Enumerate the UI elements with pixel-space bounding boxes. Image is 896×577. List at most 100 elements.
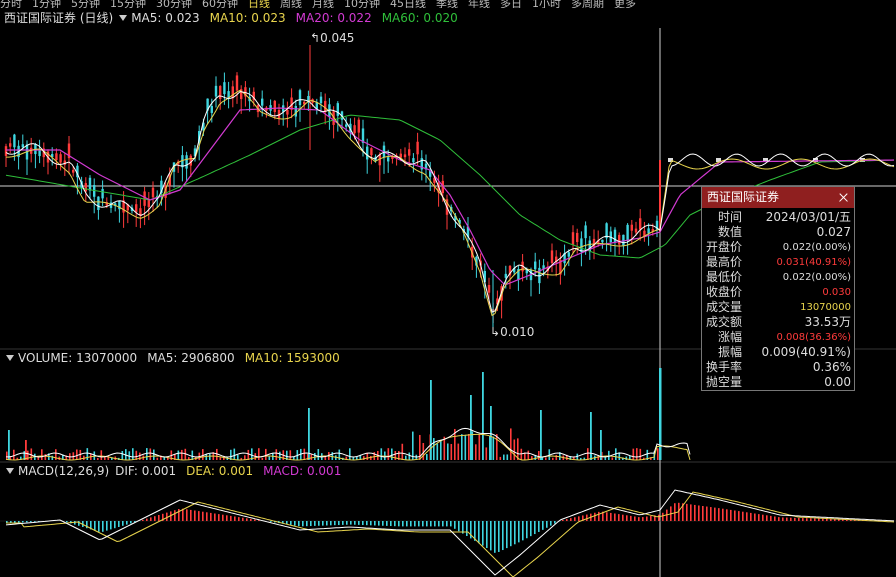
macd-bar bbox=[490, 521, 492, 551]
quote-row: 振幅 0.009(40.91%) bbox=[702, 345, 854, 360]
macd-bar bbox=[570, 518, 572, 521]
volume-bar bbox=[485, 447, 488, 460]
macd-bar bbox=[690, 504, 692, 521]
macd-bar bbox=[774, 516, 776, 521]
low-price-annotation: ↳0.010 bbox=[490, 325, 535, 339]
macd-bar bbox=[378, 521, 380, 526]
macd-bar bbox=[118, 521, 120, 527]
volume-bar bbox=[600, 430, 602, 460]
macd-bar bbox=[818, 518, 820, 521]
quote-row: 成交额 33.53万 bbox=[702, 315, 854, 330]
macd-bar bbox=[686, 503, 688, 521]
volume-bar bbox=[146, 448, 148, 460]
macd-bar bbox=[702, 506, 704, 521]
macd-bar bbox=[674, 503, 676, 521]
high-price-annotation: ↰0.045 bbox=[310, 31, 355, 45]
macd-bar bbox=[398, 521, 400, 527]
macd-bar bbox=[270, 521, 272, 522]
candle-body bbox=[294, 105, 297, 117]
macd-bar bbox=[338, 521, 340, 526]
candle-body bbox=[298, 90, 302, 106]
macd-bar bbox=[66, 521, 68, 523]
volume-bar bbox=[412, 431, 414, 460]
volume-bar bbox=[303, 448, 306, 460]
macd-bar bbox=[234, 516, 236, 521]
macd-bar bbox=[142, 519, 144, 521]
volume-bar bbox=[237, 455, 239, 460]
candle-body bbox=[399, 153, 402, 158]
macd-bar bbox=[530, 521, 532, 537]
macd-bar bbox=[450, 521, 452, 527]
macd-bar bbox=[586, 514, 588, 521]
quote-panel-header: 西证国际证券 bbox=[702, 187, 854, 208]
candle-body bbox=[622, 234, 625, 246]
macd-bar bbox=[306, 521, 308, 527]
macd-bar bbox=[214, 513, 216, 521]
macd-bar bbox=[810, 518, 812, 521]
macd-bar bbox=[658, 514, 660, 521]
macd-bar bbox=[806, 518, 808, 521]
macd-bar bbox=[782, 517, 784, 521]
macd-bar bbox=[418, 521, 420, 527]
volume-bar bbox=[657, 448, 659, 460]
volume-bar bbox=[496, 434, 498, 460]
macd-bar bbox=[738, 511, 740, 521]
macd-bar bbox=[638, 517, 640, 521]
macd-bar bbox=[634, 516, 636, 521]
macd-bar bbox=[426, 521, 428, 527]
volume-bar bbox=[279, 451, 281, 460]
macd-bar bbox=[298, 521, 300, 527]
volume-bar bbox=[540, 410, 542, 460]
candle-body bbox=[345, 124, 348, 127]
quote-row: 最低价 0.022(0.00%) bbox=[702, 270, 854, 285]
candle-body bbox=[261, 98, 264, 106]
volume-bar bbox=[587, 448, 589, 460]
macd-bar bbox=[494, 521, 496, 553]
volume-bar bbox=[468, 434, 470, 460]
volume-bar bbox=[380, 448, 383, 460]
volume-bar bbox=[149, 448, 152, 460]
candle-body bbox=[647, 228, 650, 234]
macd-bar bbox=[694, 504, 696, 521]
candle-body bbox=[210, 105, 213, 113]
macd-bar bbox=[826, 518, 828, 521]
candle-body bbox=[618, 234, 621, 245]
quote-key: 最高价 bbox=[705, 255, 742, 269]
macd-bar bbox=[722, 508, 724, 521]
volume-bar bbox=[450, 443, 453, 460]
macd-bar bbox=[246, 518, 248, 521]
volume-bar bbox=[153, 449, 155, 460]
candle-body bbox=[336, 103, 339, 116]
volume-bar bbox=[314, 452, 316, 460]
quote-key: 换手率 bbox=[705, 360, 742, 374]
volume-bar bbox=[608, 450, 610, 460]
macd-bar bbox=[566, 519, 568, 521]
volume-ma5-line bbox=[6, 427, 691, 458]
macd-bar bbox=[186, 509, 188, 521]
macd-bar bbox=[294, 521, 296, 526]
macd-bar bbox=[518, 521, 520, 543]
macd-bar bbox=[114, 521, 116, 529]
quote-row: 最高价 0.031(40.91%) bbox=[702, 255, 854, 270]
macd-bar bbox=[226, 515, 228, 521]
quote-key: 最低价 bbox=[705, 270, 742, 284]
low-price-label: 0.010 bbox=[500, 325, 535, 339]
macd-bar bbox=[358, 521, 360, 525]
macd-bar bbox=[610, 512, 612, 521]
volume-bar bbox=[475, 444, 477, 460]
candle-body bbox=[584, 225, 587, 239]
macd-bar bbox=[326, 521, 328, 526]
macd-bar bbox=[110, 521, 112, 530]
macd-bar bbox=[646, 516, 648, 521]
volume-bar bbox=[506, 454, 509, 460]
macd-bar bbox=[726, 509, 728, 521]
volume-bar bbox=[470, 395, 472, 460]
macd-bar bbox=[402, 521, 404, 527]
macd-bar bbox=[498, 521, 500, 552]
candle-body bbox=[4, 146, 8, 156]
candle-body bbox=[378, 154, 381, 166]
candle-body bbox=[214, 85, 218, 97]
close-icon[interactable] bbox=[837, 187, 849, 208]
macd-bar bbox=[102, 521, 104, 532]
macd-bar bbox=[642, 517, 644, 521]
